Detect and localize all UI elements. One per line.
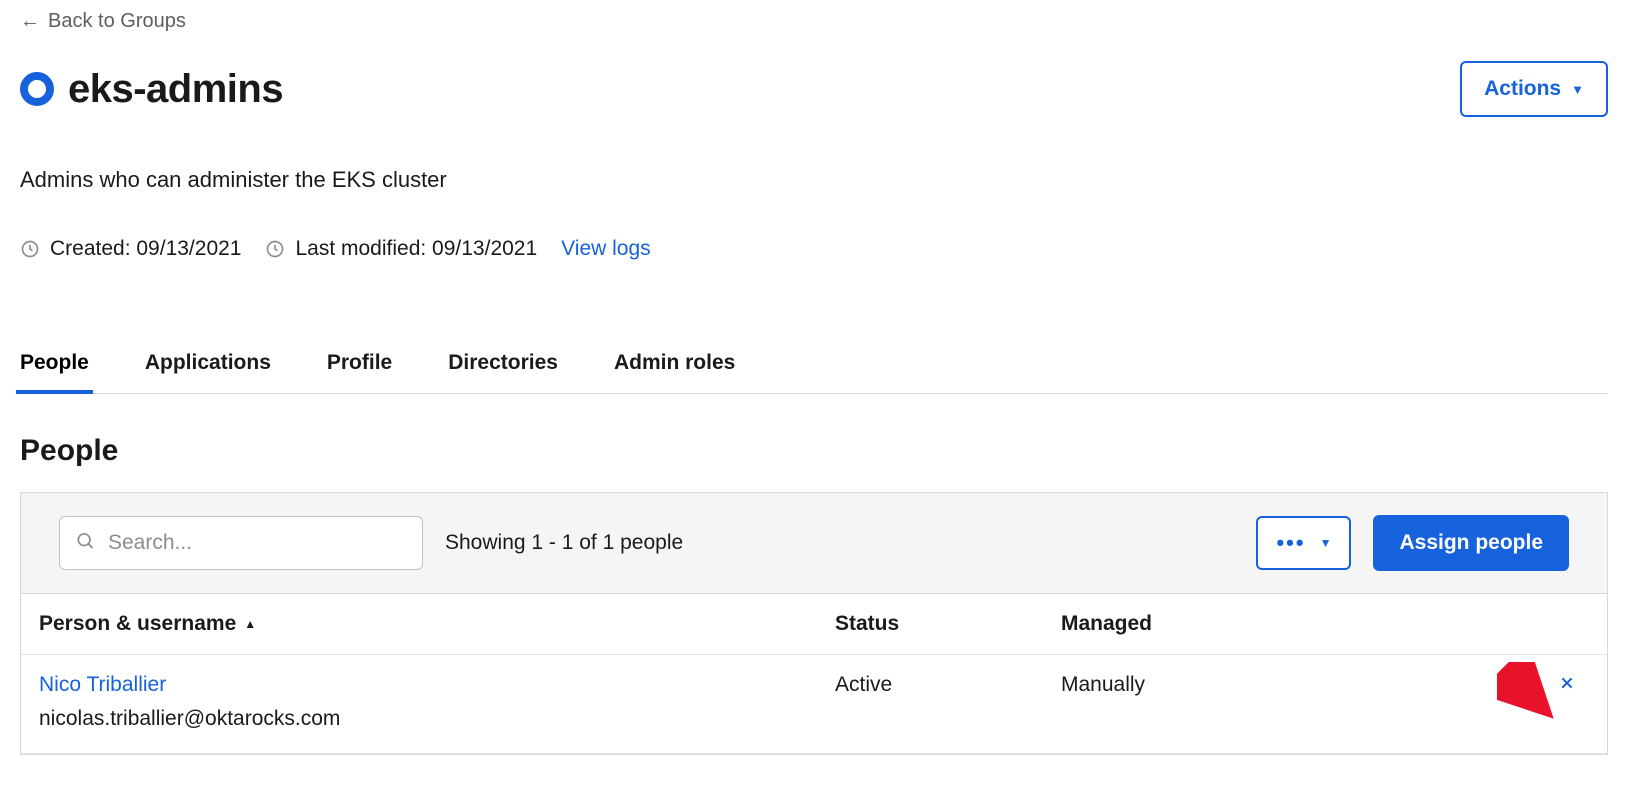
clock-icon <box>20 239 40 259</box>
panel-toolbar: Showing 1 - 1 of 1 people ••• ▼ Assign p… <box>21 493 1607 593</box>
cell-status: Active <box>835 673 1061 697</box>
tab-people[interactable]: People <box>20 351 89 393</box>
col-header-action <box>1421 612 1589 636</box>
chevron-down-icon: ▼ <box>1320 536 1332 550</box>
created-meta: Created: 09/13/2021 <box>20 237 241 261</box>
showing-text: Showing 1 - 1 of 1 people <box>445 531 683 555</box>
chevron-down-icon: ▼ <box>1571 82 1584 97</box>
assign-people-button[interactable]: Assign people <box>1373 515 1569 571</box>
modified-meta: Last modified: 09/13/2021 <box>265 237 537 261</box>
search-icon <box>75 531 95 556</box>
group-circle-icon <box>20 72 54 106</box>
view-logs-link[interactable]: View logs <box>561 237 651 261</box>
actions-button[interactable]: Actions ▼ <box>1460 61 1608 117</box>
tab-admin-roles[interactable]: Admin roles <box>614 351 735 393</box>
person-email: nicolas.triballier@oktarocks.com <box>39 707 835 731</box>
page-title: eks-admins <box>68 67 283 112</box>
back-to-groups-link[interactable]: ← Back to Groups <box>20 10 186 33</box>
tab-profile[interactable]: Profile <box>327 351 392 393</box>
remove-user-button[interactable] <box>1559 666 1589 696</box>
tab-applications[interactable]: Applications <box>145 351 271 393</box>
more-options-button[interactable]: ••• ▼ <box>1256 516 1351 570</box>
group-description: Admins who can administer the EKS cluste… <box>20 167 1608 193</box>
person-name-link[interactable]: Nico Triballier <box>39 673 166 696</box>
section-title: People <box>20 434 1608 468</box>
cell-managed: Manually <box>1061 673 1421 697</box>
title-row: eks-admins Actions ▼ <box>20 61 1608 117</box>
meta-row: Created: 09/13/2021 Last modified: 09/13… <box>20 237 1608 261</box>
sort-asc-icon: ▲ <box>244 617 256 631</box>
cell-person: Nico Triballier nicolas.triballier@oktar… <box>39 673 835 731</box>
actions-label: Actions <box>1484 77 1561 101</box>
col-header-managed[interactable]: Managed <box>1061 612 1421 636</box>
search-wrap <box>59 516 423 570</box>
col-header-status[interactable]: Status <box>835 612 1061 636</box>
col-header-person-label: Person & username <box>39 612 236 636</box>
back-label: Back to Groups <box>48 10 186 33</box>
people-panel: Showing 1 - 1 of 1 people ••• ▼ Assign p… <box>20 492 1608 755</box>
tab-directories[interactable]: Directories <box>448 351 558 393</box>
cell-action <box>1421 673 1589 697</box>
tabs: People Applications Profile Directories … <box>20 351 1608 394</box>
arrow-left-icon: ← <box>20 10 40 33</box>
table-header: Person & username ▲ Status Managed <box>21 593 1607 655</box>
table-row: Nico Triballier nicolas.triballier@oktar… <box>21 655 1607 754</box>
clock-icon <box>265 239 285 259</box>
search-input[interactable] <box>59 516 423 570</box>
modified-text: Last modified: 09/13/2021 <box>295 237 537 261</box>
created-text: Created: 09/13/2021 <box>50 237 241 261</box>
ellipsis-icon: ••• <box>1276 532 1305 554</box>
title-left: eks-admins <box>20 67 283 112</box>
col-header-person[interactable]: Person & username ▲ <box>39 612 835 636</box>
